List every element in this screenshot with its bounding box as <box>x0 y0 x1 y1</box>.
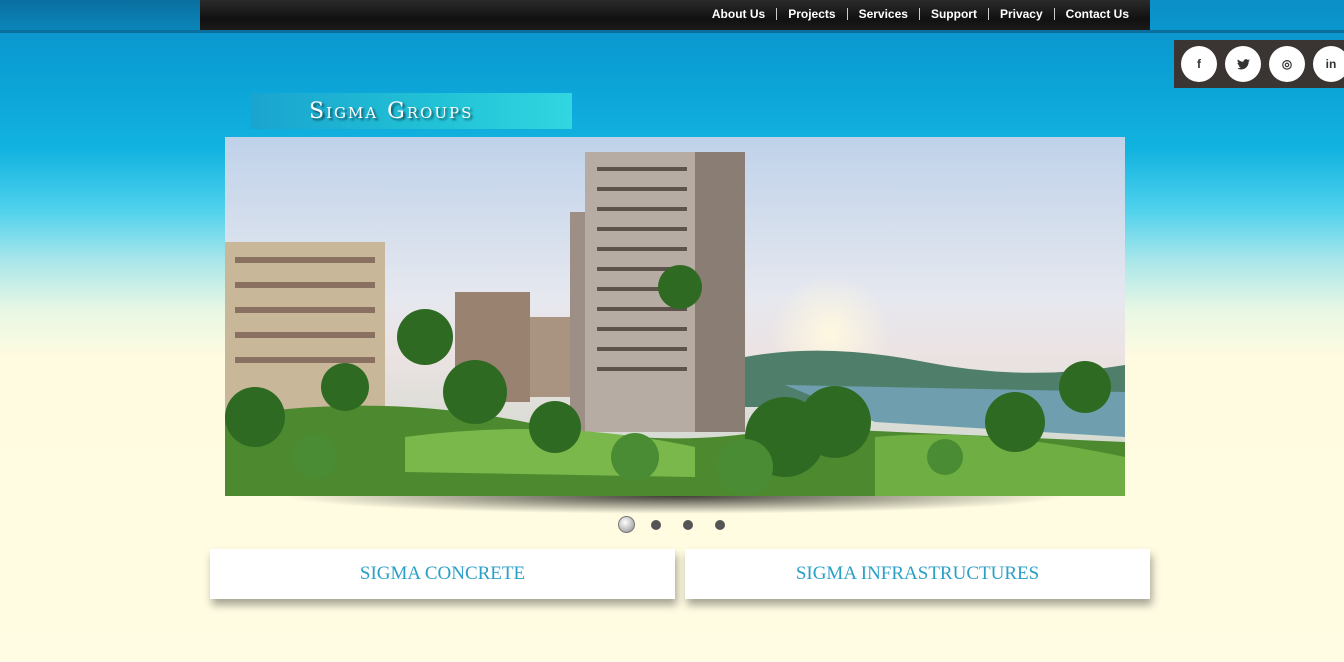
facebook-icon[interactable]: f <box>1181 46 1217 82</box>
nav-projects[interactable]: Projects <box>776 8 846 20</box>
sigma-infrastructures-card[interactable]: SIGMA INFRASTRUCTURES <box>685 549 1150 599</box>
sigma-concrete-card[interactable]: SIGMA CONCRETE <box>210 549 675 599</box>
social-links: f ◎ in <box>1174 40 1344 88</box>
nav-about-us[interactable]: About Us <box>701 8 776 20</box>
hero-scene <box>225 137 1125 496</box>
nav-contact-us[interactable]: Contact Us <box>1053 8 1140 20</box>
slider-dot-4[interactable] <box>715 519 725 530</box>
slider-pagination <box>618 516 747 533</box>
nav-support[interactable]: Support <box>918 8 988 20</box>
nav-privacy[interactable]: Privacy <box>987 8 1054 20</box>
top-navigation-bar: About Us Projects Services Support Priva… <box>200 0 1150 32</box>
topbar-left-strip <box>0 0 200 32</box>
linkedin-icon[interactable]: in <box>1313 46 1344 82</box>
twitter-icon[interactable] <box>1225 46 1261 82</box>
hero-slider-image <box>225 137 1125 496</box>
slider-dot-3[interactable] <box>683 519 693 530</box>
card-label: SIGMA CONCRETE <box>359 563 526 584</box>
main-nav: About Us Projects Services Support Priva… <box>701 8 1140 20</box>
slider-dot-2[interactable] <box>651 519 661 530</box>
logo-text: Sigma Groups <box>309 98 474 124</box>
topbar-edge <box>0 30 1344 33</box>
site-logo[interactable]: Sigma Groups <box>251 93 572 129</box>
dribbble-icon[interactable]: ◎ <box>1269 46 1305 82</box>
card-label: SIGMA INFRASTRUCTURES <box>795 563 1040 584</box>
slider-shadow <box>280 496 1070 514</box>
nav-services[interactable]: Services <box>846 8 919 20</box>
slider-dot-1[interactable] <box>618 516 635 533</box>
